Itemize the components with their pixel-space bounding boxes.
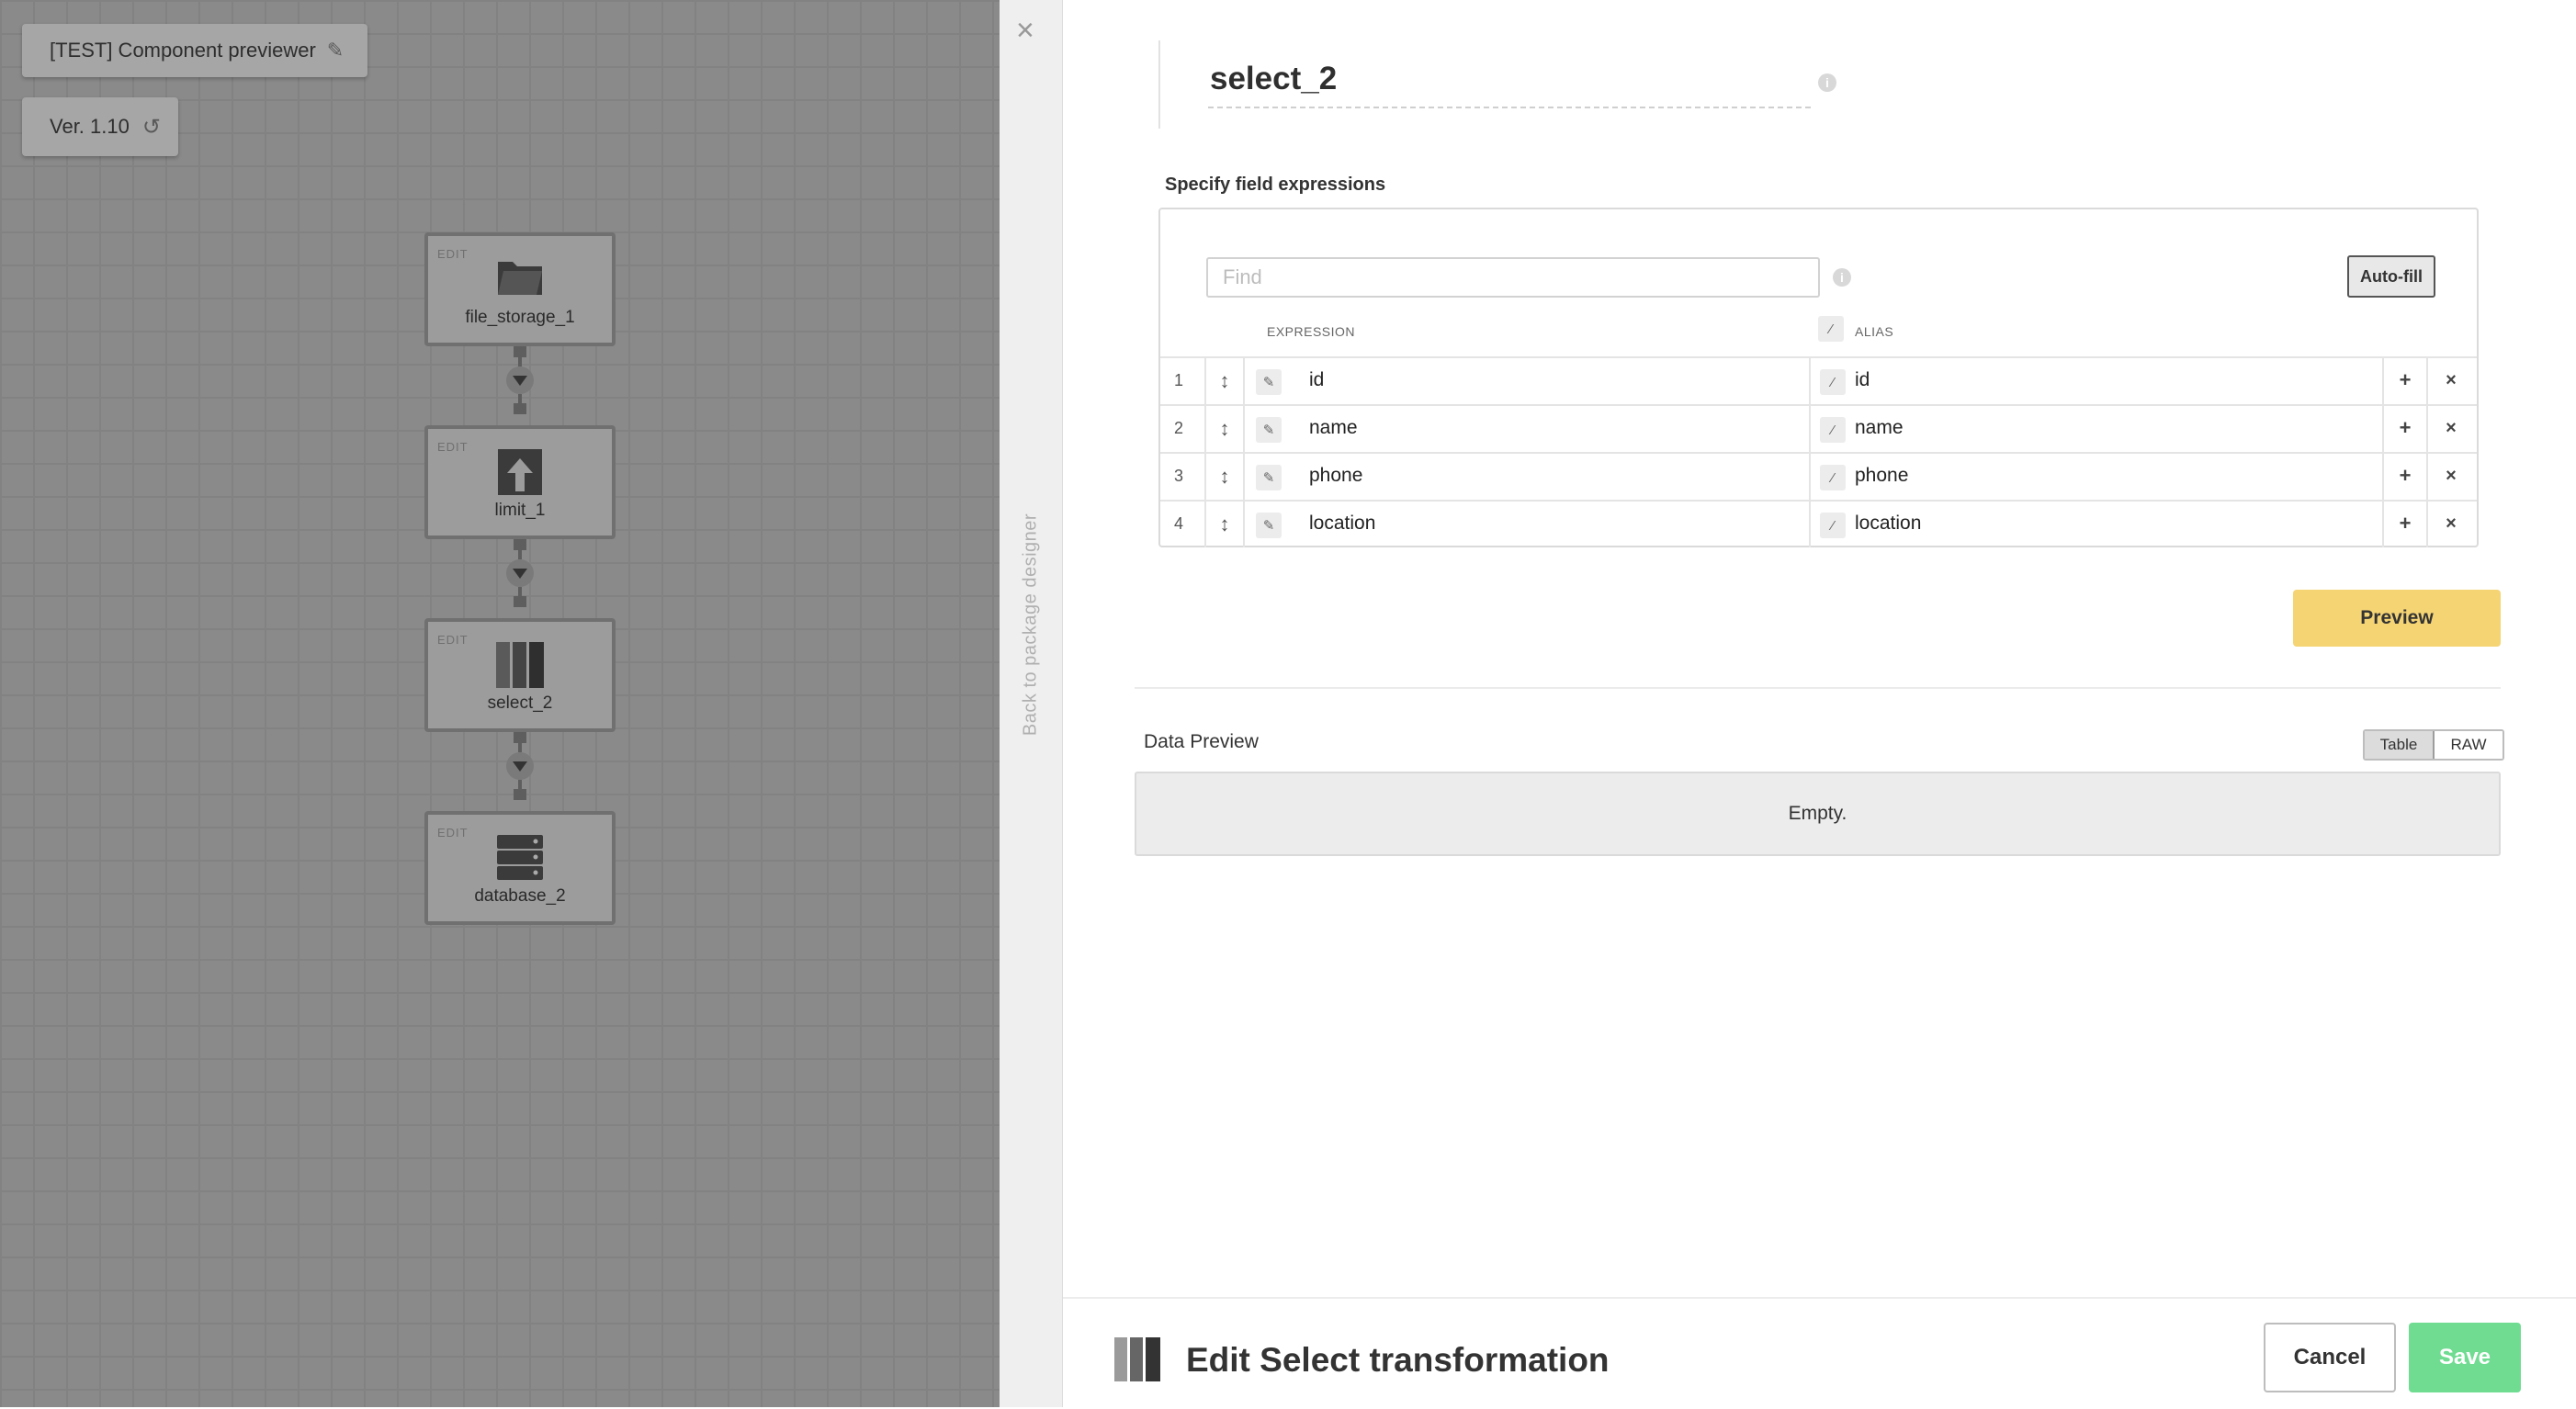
node-file-storage[interactable]: EDIT file_storage_1 bbox=[424, 232, 616, 346]
row-number: 2 bbox=[1173, 419, 1183, 437]
data-preview-title: Data Preview bbox=[1144, 731, 1259, 752]
back-strip[interactable]: × Back to package designer bbox=[1000, 0, 1063, 1407]
view-table-button[interactable]: Table bbox=[2365, 731, 2435, 759]
upload-arrow-icon bbox=[498, 449, 542, 500]
edit-expression-icon[interactable]: ✎ bbox=[1256, 465, 1282, 490]
package-title-pill[interactable]: [TEST] Component previewer ✎ bbox=[22, 24, 367, 77]
connector bbox=[506, 346, 534, 414]
node-database[interactable]: EDIT database_2 bbox=[424, 811, 616, 925]
find-input[interactable] bbox=[1206, 257, 1820, 298]
add-row-button[interactable]: + bbox=[2382, 358, 2428, 404]
editor-title: Edit Select transformation bbox=[1186, 1341, 1610, 1379]
editor-footer: Edit Select transformation Cancel Save bbox=[1063, 1297, 2576, 1409]
node-edit-label[interactable]: EDIT bbox=[437, 826, 469, 840]
component-name-field[interactable]: select_2 bbox=[1210, 61, 1337, 97]
database-icon bbox=[497, 835, 543, 885]
expression-value[interactable]: phone bbox=[1309, 465, 1362, 487]
field-expressions-box: i Auto-fill EXPRESSION ⁄ ALIAS 1 ↕ ✎ id … bbox=[1158, 208, 2479, 547]
row-number: 4 bbox=[1173, 514, 1183, 533]
node-edit-label[interactable]: EDIT bbox=[437, 633, 469, 647]
node-label: database_2 bbox=[474, 886, 566, 906]
node-label: limit_1 bbox=[494, 501, 546, 520]
drag-handle-icon[interactable]: ↕ bbox=[1204, 454, 1245, 500]
table-row: 3 ↕ ✎ phone ⁄ phone + × bbox=[1160, 452, 2477, 500]
remove-row-button[interactable]: × bbox=[2428, 502, 2474, 547]
alias-value[interactable]: location bbox=[1855, 513, 1921, 535]
component-editor-panel: select_2 i Specify field expressions i A… bbox=[1063, 0, 2576, 1409]
table-row: 1 ↕ ✎ id ⁄ id + × bbox=[1160, 356, 2477, 404]
view-raw-button[interactable]: RAW bbox=[2435, 731, 2503, 759]
save-button[interactable]: Save bbox=[2409, 1323, 2521, 1392]
fields-section-title: Specify field expressions bbox=[1165, 175, 1386, 195]
info-icon[interactable]: i bbox=[1833, 268, 1851, 287]
remove-row-button[interactable]: × bbox=[2428, 358, 2474, 404]
edit-expression-icon[interactable]: ✎ bbox=[1256, 513, 1282, 538]
drag-handle-icon[interactable]: ↕ bbox=[1204, 502, 1245, 547]
data-preview-area: Empty. bbox=[1135, 772, 2501, 856]
divider bbox=[1135, 687, 2501, 689]
wand-icon[interactable]: ⁄ bbox=[1820, 465, 1846, 490]
wand-icon[interactable]: ⁄ bbox=[1820, 417, 1846, 443]
alias-value[interactable]: id bbox=[1855, 369, 1870, 391]
edit-expression-icon[interactable]: ✎ bbox=[1256, 369, 1282, 395]
pencil-icon[interactable]: ✎ bbox=[327, 39, 344, 62]
remove-row-button[interactable]: × bbox=[2428, 406, 2474, 452]
edit-expression-icon[interactable]: ✎ bbox=[1256, 417, 1282, 443]
close-icon[interactable]: × bbox=[1016, 13, 1034, 49]
table-row: 4 ↕ ✎ location ⁄ location + × bbox=[1160, 500, 2477, 547]
node-edit-label[interactable]: EDIT bbox=[437, 440, 469, 454]
package-canvas[interactable]: [TEST] Component previewer ✎ Ver. 1.10 ↺… bbox=[0, 0, 1000, 1407]
column-header-expression: EXPRESSION bbox=[1267, 324, 1356, 339]
node-limit[interactable]: EDIT limit_1 bbox=[424, 425, 616, 539]
node-select[interactable]: EDIT select_2 bbox=[424, 618, 616, 732]
expression-value[interactable]: location bbox=[1309, 513, 1375, 535]
columns-icon bbox=[496, 642, 544, 693]
add-row-button[interactable]: + bbox=[2382, 502, 2428, 547]
revert-icon[interactable]: ↺ bbox=[142, 114, 161, 141]
column-header-alias: ALIAS bbox=[1855, 324, 1894, 339]
cancel-button[interactable]: Cancel bbox=[2264, 1323, 2396, 1392]
add-row-button[interactable]: + bbox=[2382, 406, 2428, 452]
wand-icon[interactable]: ⁄ bbox=[1820, 513, 1846, 538]
expression-value[interactable]: id bbox=[1309, 369, 1324, 391]
wand-icon[interactable]: ⁄ bbox=[1818, 316, 1844, 342]
connector bbox=[506, 539, 534, 607]
drag-handle-icon[interactable]: ↕ bbox=[1204, 358, 1245, 404]
remove-row-button[interactable]: × bbox=[2428, 454, 2474, 500]
name-underline bbox=[1208, 107, 1811, 108]
preview-view-toggle: Table RAW bbox=[2363, 729, 2504, 761]
folder-icon bbox=[496, 256, 544, 301]
autofill-button[interactable]: Auto-fill bbox=[2347, 255, 2435, 298]
alias-value[interactable]: phone bbox=[1855, 465, 1908, 487]
version-label: Ver. 1.10 bbox=[50, 115, 130, 138]
version-pill[interactable]: Ver. 1.10 ↺ bbox=[22, 97, 178, 156]
back-to-designer-link[interactable]: Back to package designer bbox=[1021, 513, 1042, 736]
connector bbox=[506, 732, 534, 800]
row-number: 3 bbox=[1173, 467, 1183, 485]
expression-rows: 1 ↕ ✎ id ⁄ id + × 2 ↕ ✎ name ⁄ name + × bbox=[1160, 356, 2477, 547]
alias-value[interactable]: name bbox=[1855, 417, 1904, 439]
table-row: 2 ↕ ✎ name ⁄ name + × bbox=[1160, 404, 2477, 452]
package-title: [TEST] Component previewer bbox=[50, 39, 316, 62]
node-label: select_2 bbox=[487, 693, 553, 713]
drag-handle-icon[interactable]: ↕ bbox=[1204, 406, 1245, 452]
columns-icon bbox=[1114, 1337, 1160, 1386]
name-accent-bar bbox=[1158, 40, 1160, 129]
wand-icon[interactable]: ⁄ bbox=[1820, 369, 1846, 395]
info-icon[interactable]: i bbox=[1818, 73, 1836, 92]
row-number: 1 bbox=[1173, 371, 1183, 389]
expression-value[interactable]: name bbox=[1309, 417, 1358, 439]
preview-button[interactable]: Preview bbox=[2293, 590, 2501, 647]
node-label: file_storage_1 bbox=[465, 308, 575, 327]
add-row-button[interactable]: + bbox=[2382, 454, 2428, 500]
node-edit-label[interactable]: EDIT bbox=[437, 247, 469, 261]
